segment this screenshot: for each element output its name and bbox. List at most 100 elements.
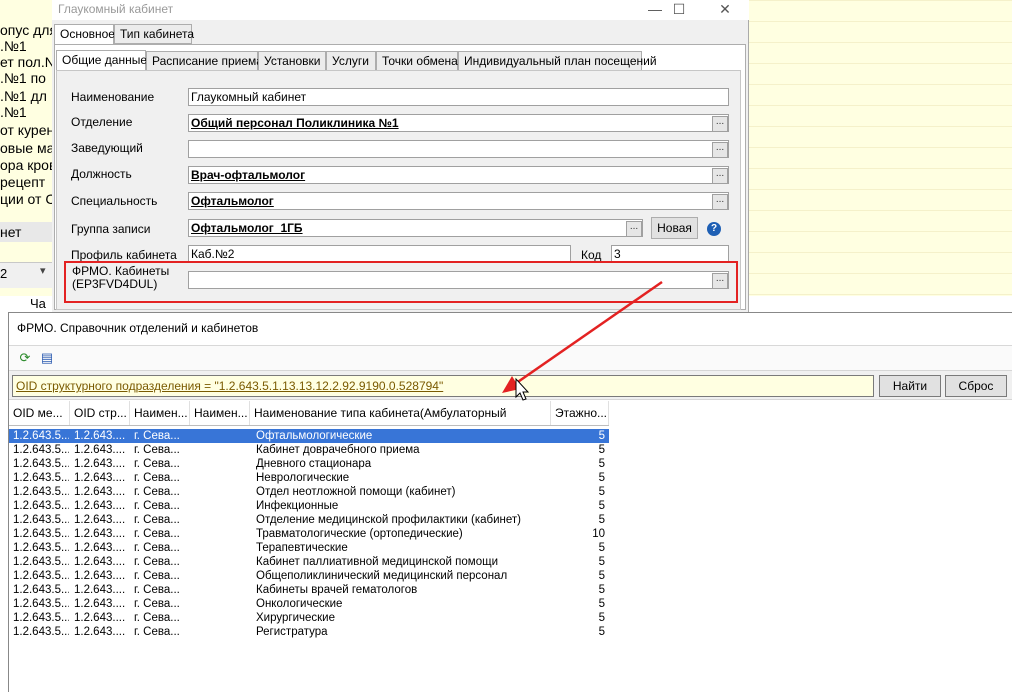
table-cell-oid1: 1.2.643.5... (13, 458, 69, 470)
table-row[interactable]: 1.2.643.5... 1.2.643.... г. Сева... Кабинет… (9, 443, 609, 457)
filter-input[interactable]: OID структурного подразделения = "1.2.64… (12, 375, 874, 397)
dialog-title: Глаукомный кабинет (58, 2, 174, 16)
table-cell-name2 (194, 611, 249, 625)
column-header[interactable]: Наименование типа кабинета(Амбулаторный (250, 401, 551, 425)
column-header[interactable]: Этажно... (551, 401, 609, 425)
find-button[interactable]: Найти (879, 375, 941, 397)
table-cell-name2 (194, 541, 249, 555)
table-row[interactable]: 1.2.643.5... 1.2.643.... г. Сева... Инфекци… (9, 499, 609, 513)
table-row[interactable]: 1.2.643.5... 1.2.643.... г. Сева... Травмат… (9, 527, 609, 541)
new-group-button[interactable]: Новая (651, 217, 698, 239)
table-cell-oid1: 1.2.643.5... (13, 556, 69, 568)
table-row[interactable]: 1.2.643.5... 1.2.643.... г. Сева... Терапев… (9, 541, 609, 555)
tab-services[interactable]: Услуги (326, 51, 376, 71)
chevron-down-icon[interactable]: ▾ (40, 264, 46, 277)
background-list-item[interactable]: .№1 (0, 102, 27, 122)
column-header[interactable]: OID ме... (9, 401, 70, 425)
department-lookup-button[interactable]: ... (712, 116, 728, 132)
column-header[interactable]: Наимен... (130, 401, 190, 425)
lookup-title: ФРМО. Справочник отделений и кабинетов (17, 321, 259, 335)
specialty-lookup-button[interactable]: ... (712, 194, 728, 210)
table-cell-oid2: 1.2.643.... (74, 626, 126, 638)
position-field[interactable]: Врач-офтальмолог (188, 166, 729, 184)
specialty-label: Специальность (71, 194, 158, 208)
table-row[interactable]: 1.2.643.5... 1.2.643.... г. Сева... Кабинет… (9, 583, 609, 597)
group-label: Группа записи (71, 222, 151, 236)
table-cell-city: г. Сева... (134, 528, 180, 540)
column-header[interactable]: Наимен... (190, 401, 250, 425)
background-selected-item[interactable]: нет (0, 222, 21, 242)
column-header[interactable]: OID стр... (70, 401, 130, 425)
table-cell-floor: 5 (598, 612, 605, 624)
table-cell-type: Дневного стационара (256, 458, 372, 470)
table-cell-type: Отделение медицинской профилактики (каби… (256, 514, 521, 526)
table-row[interactable]: 1.2.643.5... 1.2.643.... г. Сева... Дневног… (9, 457, 609, 471)
refresh-icon[interactable]: ⟳ (17, 350, 33, 366)
table-cell-floor: 5 (598, 514, 605, 526)
dialog-titlebar[interactable]: Глаукомный кабинет — ☐ ✕ (52, 0, 749, 20)
table-cell-oid1: 1.2.643.5... (13, 500, 69, 512)
background-dropdown-value: 2 (0, 266, 8, 281)
table-cell-name2 (194, 583, 249, 597)
table-cell-city: г. Сева... (134, 584, 180, 596)
background-list-item[interactable]: .№1 по (0, 68, 46, 88)
position-label: Должность (71, 167, 132, 181)
specialty-field[interactable]: Офтальмолог (188, 192, 729, 210)
table-row[interactable]: 1.2.643.5... 1.2.643.... г. Сева... Регистр… (9, 625, 609, 639)
table-cell-type: Терапевтические (256, 542, 348, 554)
table-cell-type: Регистратура (256, 626, 328, 638)
table-cell-name2 (194, 569, 249, 583)
table-cell-oid1: 1.2.643.5... (13, 584, 69, 596)
table-row[interactable]: 1.2.643.5... 1.2.643.... г. Сева... Невроло… (9, 471, 609, 485)
table-cell-oid2: 1.2.643.... (74, 458, 126, 470)
tab-exchange-points[interactable]: Точки обмена (376, 51, 458, 71)
group-field[interactable]: Офтальмолог_1ГБ (188, 219, 643, 237)
group-lookup-button[interactable]: ... (626, 221, 642, 237)
background-list-item[interactable]: от курен (0, 120, 52, 140)
export-icon[interactable]: ▤ (39, 350, 55, 366)
table-cell-name2 (194, 597, 249, 611)
maximize-icon[interactable]: ☐ (656, 0, 702, 20)
table-cell-floor: 5 (598, 444, 605, 456)
code-label: Код (581, 248, 602, 262)
tab-individual-plan[interactable]: Индивидуальный план посещений (458, 51, 657, 71)
table-row[interactable]: 1.2.643.5... 1.2.643.... г. Сева... Кабинет… (9, 555, 609, 569)
reset-button[interactable]: Сброс (945, 375, 1007, 397)
department-field[interactable]: Общий персонал Поликлиника №1 (188, 114, 729, 132)
table-cell-city: г. Сева... (134, 514, 180, 526)
close-icon[interactable]: ✕ (702, 0, 748, 20)
tab-general-data[interactable]: Общие данные (56, 50, 147, 71)
tab-main[interactable]: Основное (54, 24, 115, 45)
background-list-item[interactable]: ции от С (0, 189, 52, 209)
frmo-lookup-window: ФРМО. Справочник отделений и кабинетов ⟳… (8, 312, 1012, 693)
table-cell-oid2: 1.2.643.... (74, 612, 126, 624)
table-cell-name2 (194, 625, 249, 639)
table-cell-oid2: 1.2.643.... (74, 486, 126, 498)
head-lookup-button[interactable]: ... (712, 142, 728, 158)
table-row[interactable]: 1.2.643.5... 1.2.643.... г. Сева... Отдел н… (9, 485, 609, 499)
table-cell-oid2: 1.2.643.... (74, 514, 126, 526)
tab-cabinet-type[interactable]: Тип кабинета (114, 24, 194, 44)
tab-settings[interactable]: Установки (258, 51, 326, 71)
table-cell-oid2: 1.2.643.... (74, 542, 126, 554)
table-cell-floor: 5 (598, 500, 605, 512)
table-cell-oid1: 1.2.643.5... (13, 598, 69, 610)
head-field[interactable] (188, 140, 729, 158)
table-row[interactable]: 1.2.643.5... 1.2.643.... г. Сева... Отделен… (9, 513, 609, 527)
tab-reception-schedule[interactable]: Расписание приема (146, 51, 263, 71)
lookup-toolbar: ⟳ ▤ (9, 346, 1012, 370)
table-row[interactable]: 1.2.643.5... 1.2.643.... г. Сева... Хирурги… (9, 611, 609, 625)
table-cell-oid1: 1.2.643.5... (13, 514, 69, 526)
table-cell-type: Офтальмологические (256, 430, 373, 442)
background-list: опус для .№1 ет пол.N .№1 по .№1 дл .№1 … (0, 0, 52, 296)
table-cell-name2 (194, 513, 249, 527)
table-cell-type: Инфекционные (256, 500, 339, 512)
table-cell-oid1: 1.2.643.5... (13, 626, 69, 638)
table-row[interactable]: 1.2.643.5... 1.2.643.... г. Сева... Офтальм… (9, 429, 609, 443)
name-field[interactable]: Глаукомный кабинет (188, 88, 729, 106)
table-row[interactable]: 1.2.643.5... 1.2.643.... г. Сева... Общепол… (9, 569, 609, 583)
background-right-gridlines (748, 0, 1012, 296)
help-icon[interactable]: ? (707, 222, 721, 236)
table-row[interactable]: 1.2.643.5... 1.2.643.... г. Сева... Онколог… (9, 597, 609, 611)
position-lookup-button[interactable]: ... (712, 168, 728, 184)
